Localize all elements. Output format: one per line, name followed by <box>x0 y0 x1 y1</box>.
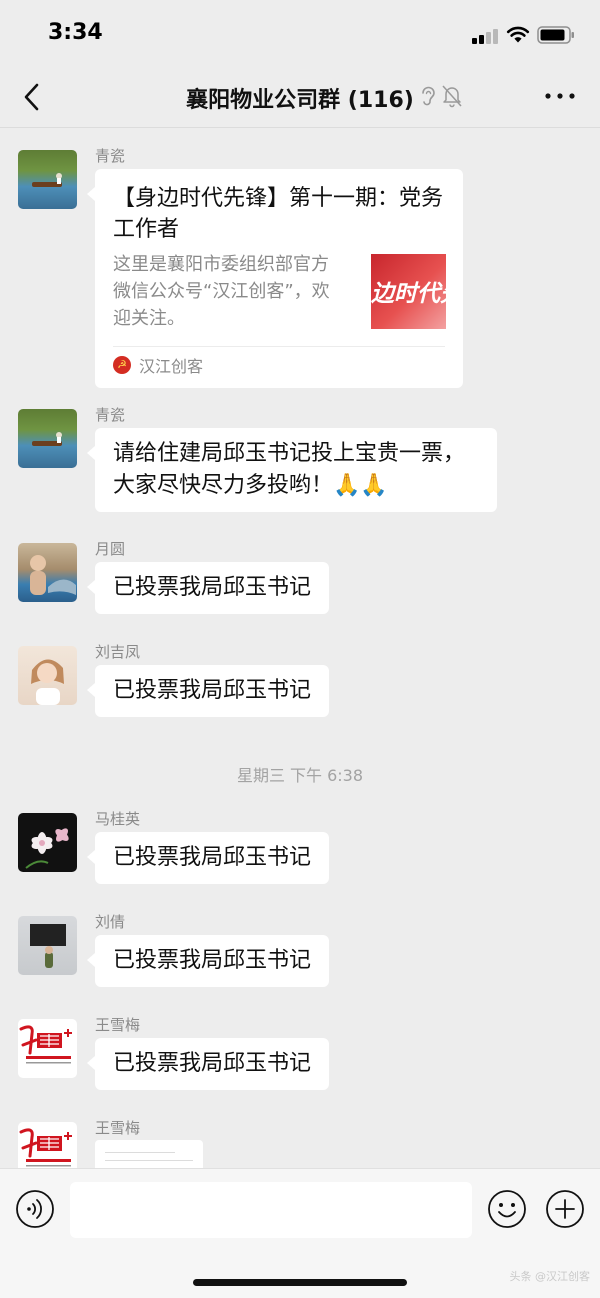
plus-icon[interactable] <box>545 1189 585 1229</box>
sender-name: 王雪梅 <box>95 1119 141 1137</box>
avatar[interactable] <box>18 150 77 209</box>
ear-icon <box>422 86 435 106</box>
message-bubble[interactable]: 请给住建局邱玉书记投上宝贵一票，大家尽快尽力多投哟！🙏🙏 <box>87 428 497 512</box>
avatar[interactable] <box>18 916 77 975</box>
sender-name: 青瓷 <box>95 147 126 165</box>
sender-name: 王雪梅 <box>95 1016 141 1034</box>
sender-name: 月圆 <box>95 540 126 558</box>
watermark: 头条 @汉江创客 <box>509 1270 591 1283</box>
voice-icon[interactable] <box>15 1189 55 1229</box>
more-icon[interactable] <box>544 86 576 106</box>
link-thumbnail: 边时代先 <box>371 254 446 329</box>
message-bubble[interactable]: 已投票我局邱玉书记 <box>86 562 330 614</box>
back-icon[interactable] <box>18 80 48 114</box>
message-input[interactable] <box>70 1182 472 1238</box>
sender-name: 刘吉凤 <box>95 643 141 661</box>
mute-bell-icon <box>442 85 462 108</box>
link-description: 这里是襄阳市委组织部官方微信公众号“汉江创客”，欢迎关注。 <box>113 254 330 329</box>
chat-area: 青瓷 【身边时代先锋】第十一期：党务工作者 这里是襄阳市委组织部官方微信公众号“… <box>0 129 600 1168</box>
message-bubble[interactable]: 已投票我局邱玉书记 <box>86 665 330 717</box>
time-divider: 星期三 下午 6:38 <box>236 766 364 785</box>
sender-name: 刘倩 <box>95 913 126 931</box>
link-source: ☭ 汉江创客 <box>113 346 445 376</box>
emoji-icon[interactable] <box>487 1189 527 1229</box>
avatar[interactable] <box>18 1019 77 1078</box>
party-emblem-icon: ☭ <box>113 355 131 374</box>
sender-name: 青瓷 <box>95 406 126 424</box>
message-bubble[interactable]: 已投票我局邱玉书记 <box>86 1038 330 1090</box>
image-bubble[interactable] <box>95 1140 203 1168</box>
thumbnail-text: 边时代先 <box>371 281 446 307</box>
link-title: 【身边时代先锋】第十一期：党务工作者 <box>113 186 444 242</box>
chat-title: 襄阳物业公司群 (116) <box>186 88 414 113</box>
source-name: 汉江创客 <box>139 356 204 376</box>
avatar[interactable] <box>18 1122 77 1168</box>
message-bubble[interactable]: 已投票我局邱玉书记 <box>86 832 330 884</box>
avatar[interactable] <box>18 646 77 705</box>
avatar[interactable] <box>18 409 77 468</box>
avatar[interactable] <box>18 813 77 872</box>
wifi-icon <box>506 26 530 43</box>
link-card[interactable]: 【身边时代先锋】第十一期：党务工作者 这里是襄阳市委组织部官方微信公众号“汉江创… <box>87 169 463 388</box>
nav-bar: 襄阳物业公司群 (116) <box>0 70 600 128</box>
message-bubble[interactable]: 已投票我局邱玉书记 <box>86 935 330 987</box>
signal-icon <box>472 28 500 44</box>
status-time: 3:34 <box>48 20 103 45</box>
home-indicator[interactable] <box>193 1279 407 1286</box>
sender-name: 马桂英 <box>95 810 141 828</box>
battery-icon <box>537 26 574 44</box>
status-bar: 3:34 <box>0 0 600 70</box>
avatar[interactable] <box>18 543 77 602</box>
